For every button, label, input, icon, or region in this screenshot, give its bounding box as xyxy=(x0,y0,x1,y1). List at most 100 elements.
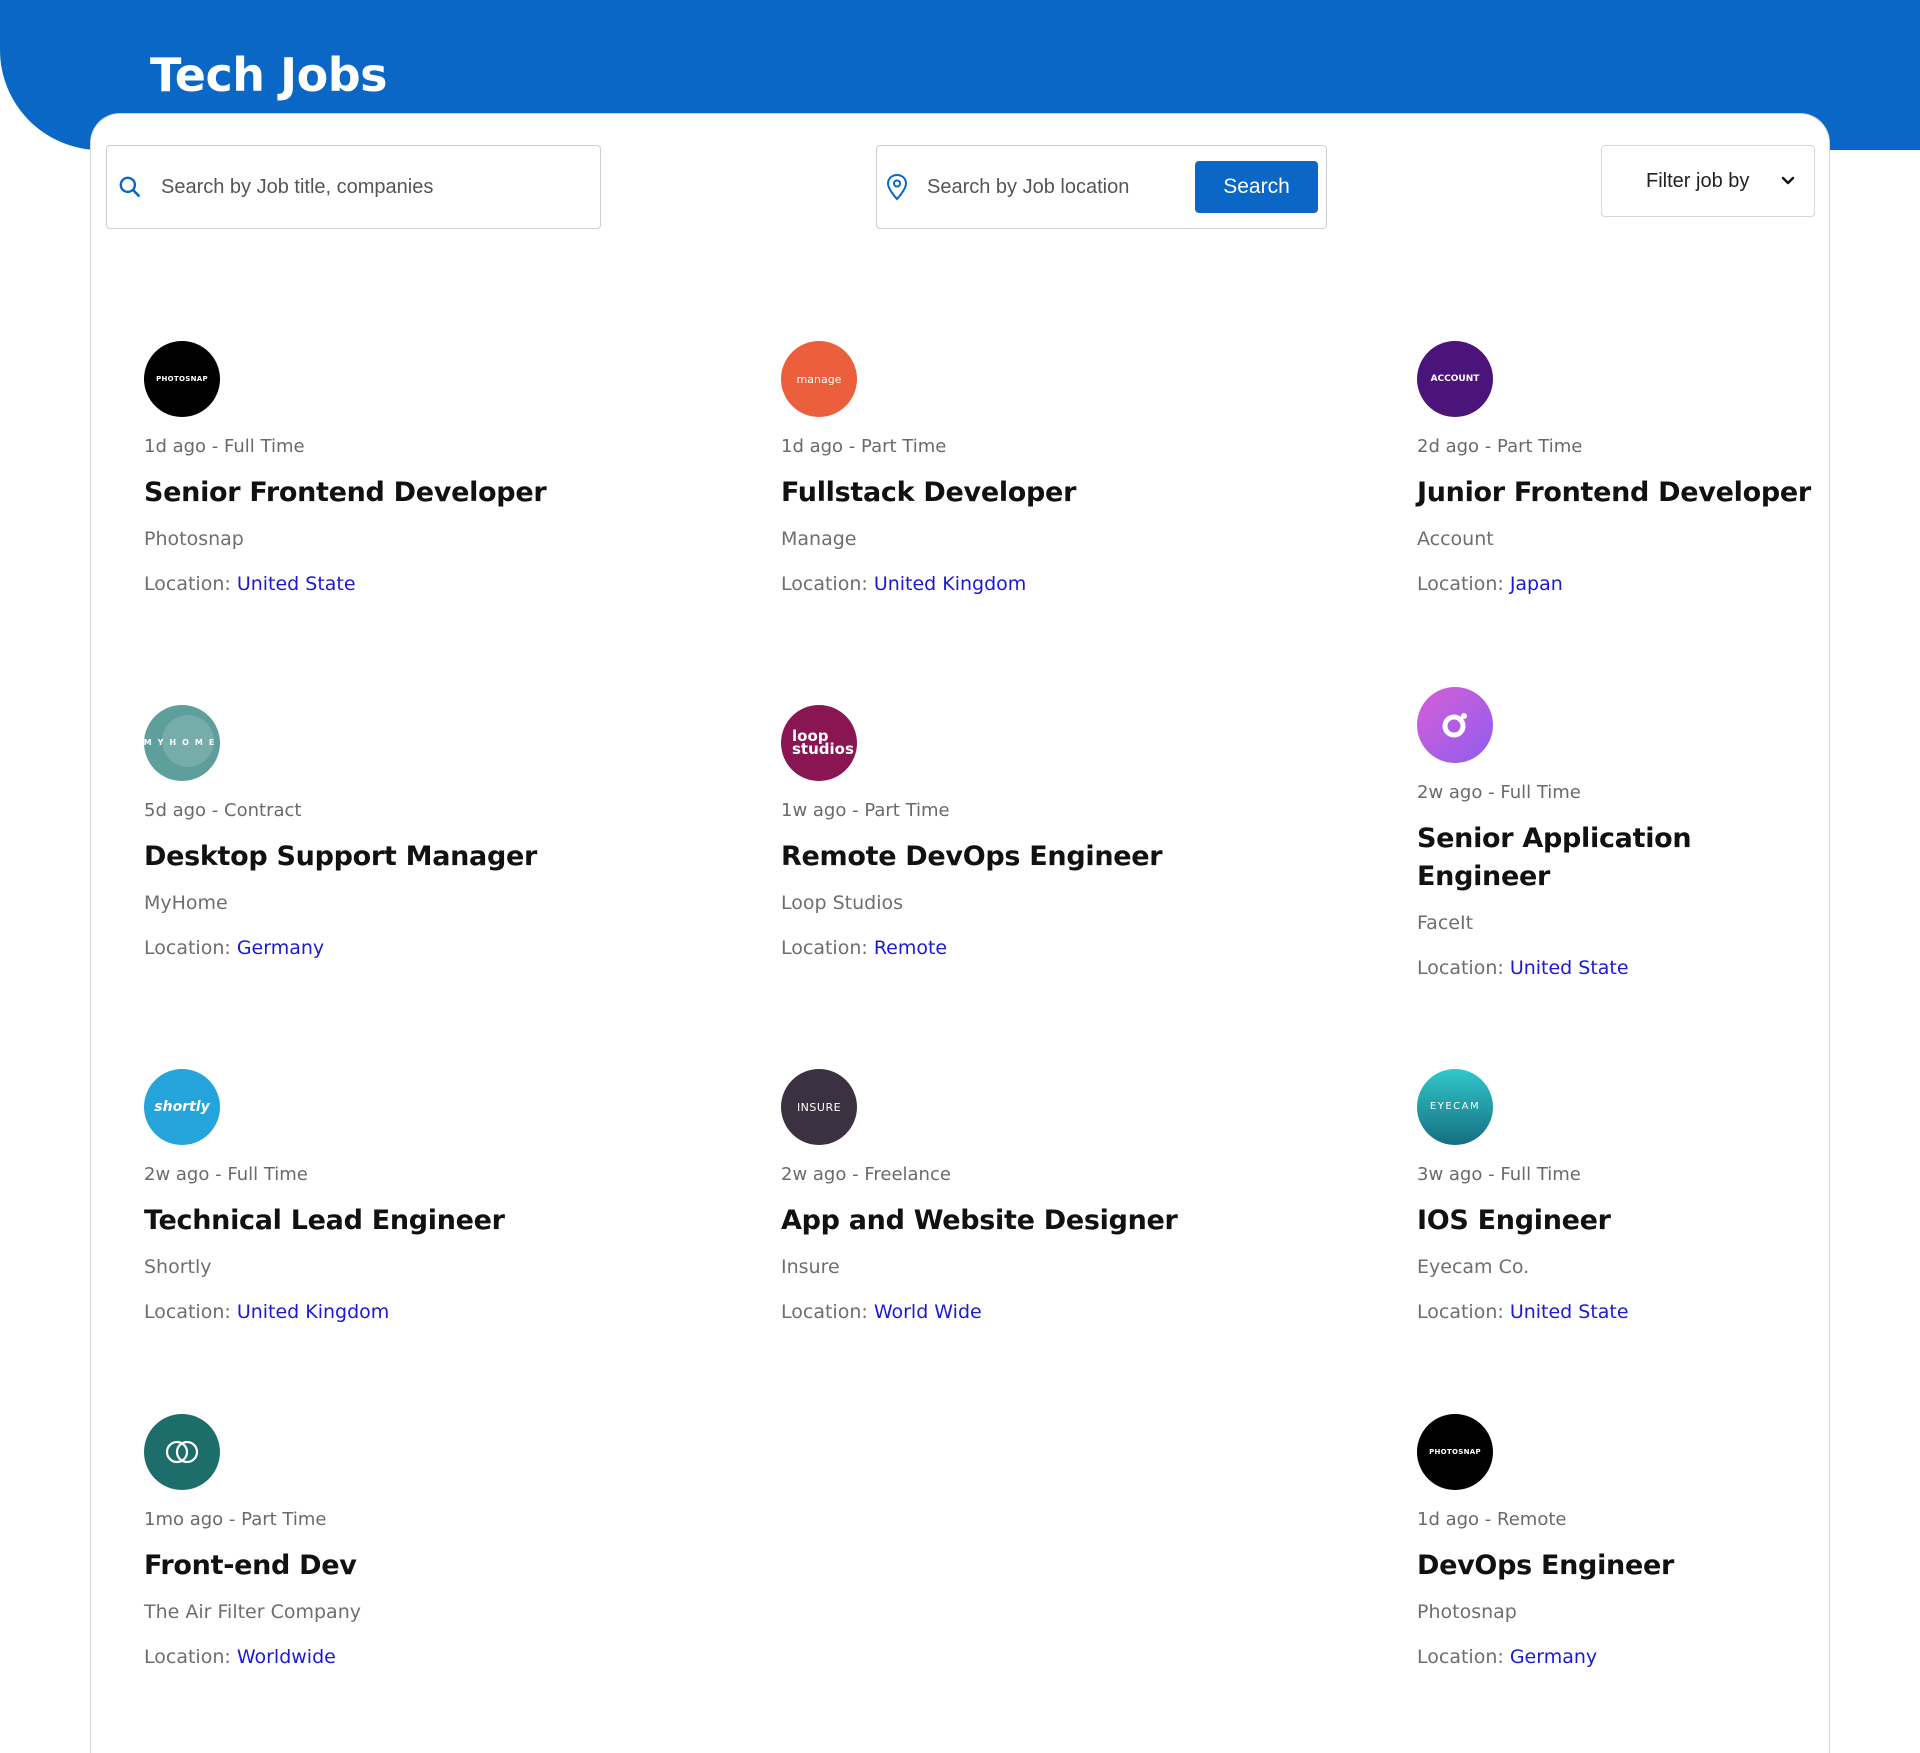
job-card[interactable]: shortly 2w ago - Full Time Technical Lea… xyxy=(144,1069,664,1323)
job-meta: 5d ago - Contract xyxy=(144,800,302,821)
company-name: The Air Filter Company xyxy=(144,1601,361,1623)
job-card[interactable]: loop studios 1w ago - Part Time Remote D… xyxy=(781,705,1301,959)
job-title[interactable]: IOS Engineer xyxy=(1417,1202,1920,1240)
location-label: Location: xyxy=(144,573,231,595)
chevron-down-icon xyxy=(1781,176,1795,185)
company-name: Insure xyxy=(781,1256,840,1278)
location-label: Location: xyxy=(144,937,231,959)
job-title[interactable]: Front-end Dev xyxy=(144,1547,664,1585)
location-link[interactable]: United State xyxy=(1510,1301,1629,1323)
job-card[interactable]: ACCOUNT 2d ago - Part Time Junior Fronte… xyxy=(1417,341,1920,595)
job-card[interactable]: EYECAM 3w ago - Full Time IOS Engineer E… xyxy=(1417,1069,1920,1323)
job-type: Remote xyxy=(1497,1509,1567,1530)
location-link[interactable]: Japan xyxy=(1510,573,1563,595)
location-link[interactable]: United State xyxy=(1510,957,1629,979)
job-card[interactable]: MYHOME 5d ago - Contract Desktop Support… xyxy=(144,705,664,959)
posted-time: 1w ago xyxy=(781,800,847,821)
job-meta: 2w ago - Freelance xyxy=(781,1164,951,1185)
job-type: Part Time xyxy=(241,1509,327,1530)
posted-time: 3w ago xyxy=(1417,1164,1483,1185)
job-title[interactable]: Senior Frontend Developer xyxy=(144,474,664,512)
job-title[interactable]: Desktop Support Manager xyxy=(144,838,664,876)
location-label: Location: xyxy=(1417,1646,1504,1668)
job-card[interactable]: manage 1d ago - Part Time Fullstack Deve… xyxy=(781,341,1301,595)
location-link[interactable]: Worldwide xyxy=(237,1646,336,1668)
job-card[interactable]: 1mo ago - Part Time Front-end Dev The Ai… xyxy=(144,1414,664,1668)
company-name: Loop Studios xyxy=(781,892,904,914)
search-button[interactable]: Search xyxy=(1195,161,1318,213)
filter-job-select[interactable]: Filter job by xyxy=(1601,145,1815,217)
job-meta: 1d ago - Part Time xyxy=(781,436,947,457)
job-meta: 2w ago - Full Time xyxy=(144,1164,308,1185)
job-type: Part Time xyxy=(864,800,950,821)
company-logo xyxy=(1417,687,1493,763)
company-logo-text: loop studios xyxy=(792,727,854,758)
company-logo xyxy=(144,1414,220,1490)
company-logo: manage xyxy=(781,341,857,417)
location-link[interactable]: United Kingdom xyxy=(874,573,1027,595)
job-title-search-input[interactable] xyxy=(161,175,561,199)
job-type: Full Time xyxy=(1500,1164,1581,1185)
company-logo-text: ACCOUNT xyxy=(1430,373,1480,384)
job-type: Full Time xyxy=(1500,782,1581,803)
job-card[interactable]: PHOTOSNAP 1d ago - Full Time Senior Fron… xyxy=(144,341,664,595)
job-location: Location: World Wide xyxy=(781,1301,1301,1323)
company-logo-text: EYECAM xyxy=(1429,1101,1481,1112)
job-location: Location: Germany xyxy=(1417,1646,1920,1668)
location-link[interactable]: Remote xyxy=(874,937,947,959)
job-location: Location: United State xyxy=(1417,957,1920,979)
location-label: Location: xyxy=(1417,573,1504,595)
job-title[interactable]: Junior Frontend Developer xyxy=(1417,474,1920,512)
company-name: Photosnap xyxy=(1417,1601,1517,1623)
company-name: Account xyxy=(1417,528,1494,550)
job-type: Part Time xyxy=(861,436,947,457)
location-pin-icon xyxy=(886,173,908,201)
job-meta: 1d ago - Remote xyxy=(1417,1509,1567,1530)
company-name: FaceIt xyxy=(1417,912,1474,934)
posted-time: 1mo ago xyxy=(144,1509,224,1530)
company-logo-text: shortly xyxy=(154,1099,210,1115)
location-label: Location: xyxy=(1417,1301,1504,1323)
company-logo: PHOTOSNAP xyxy=(144,341,220,417)
job-location: Location: Worldwide xyxy=(144,1646,664,1668)
posted-time: 5d ago xyxy=(144,800,207,821)
job-card[interactable]: INSURE 2w ago - Freelance App and Websit… xyxy=(781,1069,1301,1323)
job-meta: 2d ago - Part Time xyxy=(1417,436,1583,457)
job-meta: 1w ago - Part Time xyxy=(781,800,950,821)
job-type: Contract xyxy=(224,800,302,821)
job-card[interactable]: 2w ago - Full Time Senior Application En… xyxy=(1417,687,1920,979)
job-board-panel: Search Filter job by PHOTOSNAP 1d ago - … xyxy=(90,113,1830,1753)
company-logo-text: INSURE xyxy=(796,1100,842,1114)
job-location: Location: United State xyxy=(144,573,664,595)
job-title-search-box[interactable] xyxy=(106,145,601,229)
company-logo-text: MYHOME xyxy=(144,738,220,747)
company-logo: INSURE xyxy=(781,1069,857,1145)
job-type: Full Time xyxy=(224,436,305,457)
company-name: Eyecam Co. xyxy=(1417,1256,1530,1278)
job-title[interactable]: Senior Application Engineer xyxy=(1417,820,1717,896)
job-title[interactable]: App and Website Designer xyxy=(781,1202,1301,1240)
job-meta: 1mo ago - Part Time xyxy=(144,1509,327,1530)
job-title[interactable]: Technical Lead Engineer xyxy=(144,1202,664,1240)
location-search-box[interactable]: Search xyxy=(876,145,1327,229)
job-card[interactable]: PHOTOSNAP 1d ago - Remote DevOps Enginee… xyxy=(1417,1414,1920,1668)
location-link[interactable]: Germany xyxy=(1510,1646,1597,1668)
job-location: Location: Germany xyxy=(144,937,664,959)
job-title[interactable]: Fullstack Developer xyxy=(781,474,1301,512)
company-logo: MYHOME xyxy=(144,705,220,781)
company-logo: shortly xyxy=(144,1069,220,1145)
posted-time: 2w ago xyxy=(781,1164,847,1185)
job-meta: 2w ago - Full Time xyxy=(1417,782,1581,803)
company-logo: loop studios xyxy=(781,705,857,781)
job-title[interactable]: Remote DevOps Engineer xyxy=(781,838,1301,876)
location-search-input[interactable] xyxy=(927,175,1187,199)
air-filter-logo-icon xyxy=(165,1440,199,1464)
search-icon xyxy=(119,176,140,197)
location-link[interactable]: United State xyxy=(237,573,356,595)
company-logo-text: manage xyxy=(796,372,842,386)
location-link[interactable]: United Kingdom xyxy=(237,1301,390,1323)
location-link[interactable]: World Wide xyxy=(874,1301,982,1323)
app-title: Tech Jobs xyxy=(150,48,388,102)
location-link[interactable]: Germany xyxy=(237,937,324,959)
job-title[interactable]: DevOps Engineer xyxy=(1417,1547,1920,1585)
